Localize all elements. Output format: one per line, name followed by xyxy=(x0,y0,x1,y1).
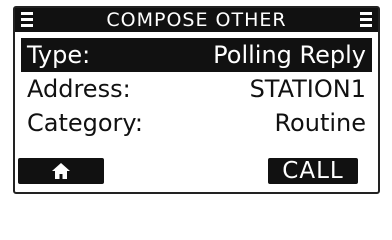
field-label-address: Address: xyxy=(27,75,131,103)
menu-lines-icon xyxy=(360,12,372,27)
field-label-type: Type: xyxy=(27,41,91,69)
screen-title: COMPOSE OTHER xyxy=(106,9,287,31)
home-softkey[interactable] xyxy=(18,158,104,184)
call-softkey[interactable]: CALL xyxy=(268,158,358,184)
field-value-type: Polling Reply xyxy=(213,41,366,69)
field-value-category: Routine xyxy=(274,109,366,137)
field-value-address: STATION1 xyxy=(249,75,366,103)
title-bar: COMPOSE OTHER xyxy=(15,8,378,32)
field-row-category[interactable]: Category: Routine xyxy=(21,106,372,140)
field-row-type[interactable]: Type: Polling Reply xyxy=(21,38,372,72)
home-icon xyxy=(52,163,70,179)
radio-screen: COMPOSE OTHER Type: Polling Reply Addres… xyxy=(0,0,392,200)
field-label-category: Category: xyxy=(27,109,143,137)
field-row-address[interactable]: Address: STATION1 xyxy=(21,72,372,106)
